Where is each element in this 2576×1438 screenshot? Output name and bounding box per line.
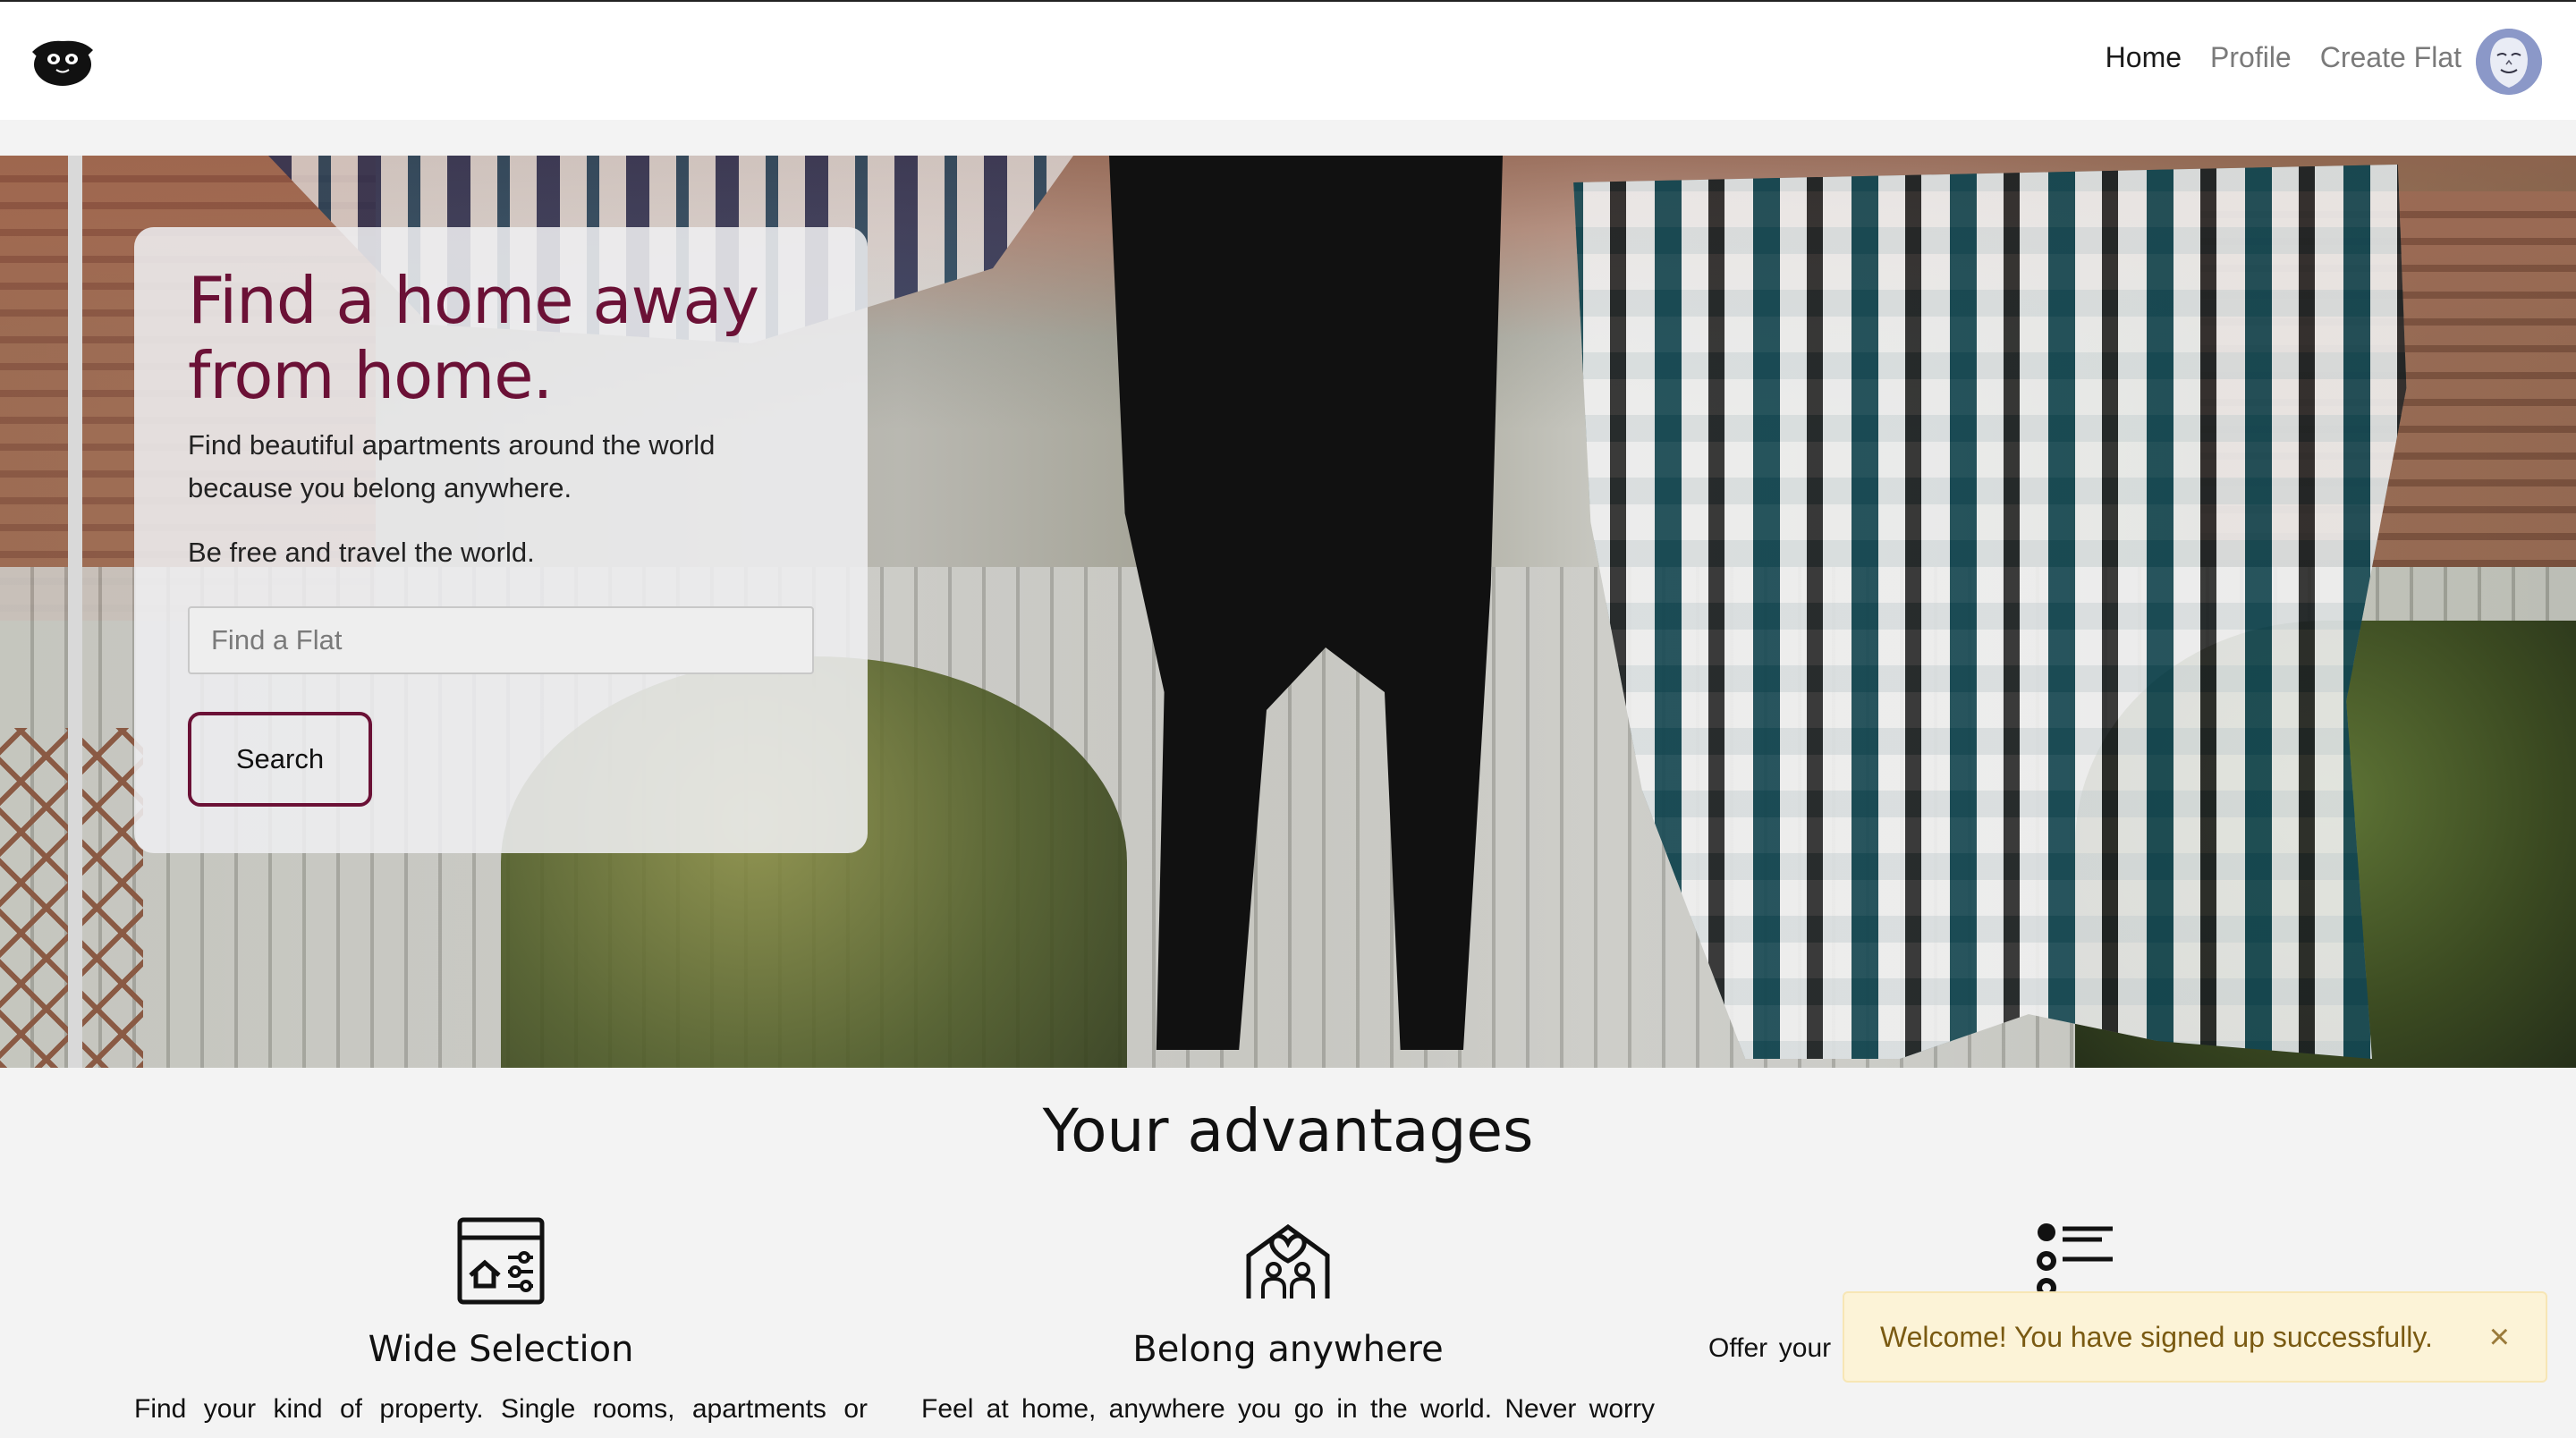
close-icon[interactable]: × [2489, 1319, 2510, 1355]
sloth-logo-icon[interactable] [27, 32, 98, 89]
hero-subtitle: Find beautiful apartments around the wor… [188, 429, 716, 503]
search-button[interactable]: Search [188, 712, 372, 807]
advantage-belong-anywhere: Belong anywhere Feel at home, anywhere y… [921, 1216, 1655, 1429]
user-avatar-icon[interactable] [2476, 29, 2542, 95]
hero-search-card: Find a home away from home. Find beautif… [134, 227, 868, 853]
advantage-title: Belong anywhere [1132, 1329, 1444, 1370]
nav-create-flat-link[interactable]: Create Flat [2320, 41, 2462, 74]
advantage-title: Wide Selection [368, 1329, 634, 1370]
family-home-icon [1246, 1223, 1330, 1298]
advantages-title: Your advantages [1042, 1096, 1534, 1165]
hero-tagline: Be free and travel the world. [188, 537, 535, 568]
find-flat-input[interactable] [188, 606, 814, 674]
property-filter-icon [457, 1217, 545, 1305]
nav-links: Home Profile Create Flat [2106, 41, 2462, 74]
toast-message: Welcome! You have signed up successfully… [1880, 1320, 2433, 1353]
advantage-text: Find your kind of property. Single rooms… [134, 1394, 868, 1424]
hero-title: Find a home away from home. [188, 263, 759, 413]
hero-photo-pole [68, 156, 82, 1068]
nav-home-link[interactable]: Home [2106, 41, 2182, 74]
advantage-wide-selection: Wide Selection Find your kind of propert… [134, 1216, 868, 1429]
advantage-text: Feel at home, anywhere you go in the wor… [921, 1394, 1655, 1424]
signup-success-toast: Welcome! You have signed up successfully… [1843, 1291, 2547, 1383]
navbar: Home Profile Create Flat [0, 0, 2576, 120]
nav-profile-link[interactable]: Profile [2210, 41, 2292, 74]
